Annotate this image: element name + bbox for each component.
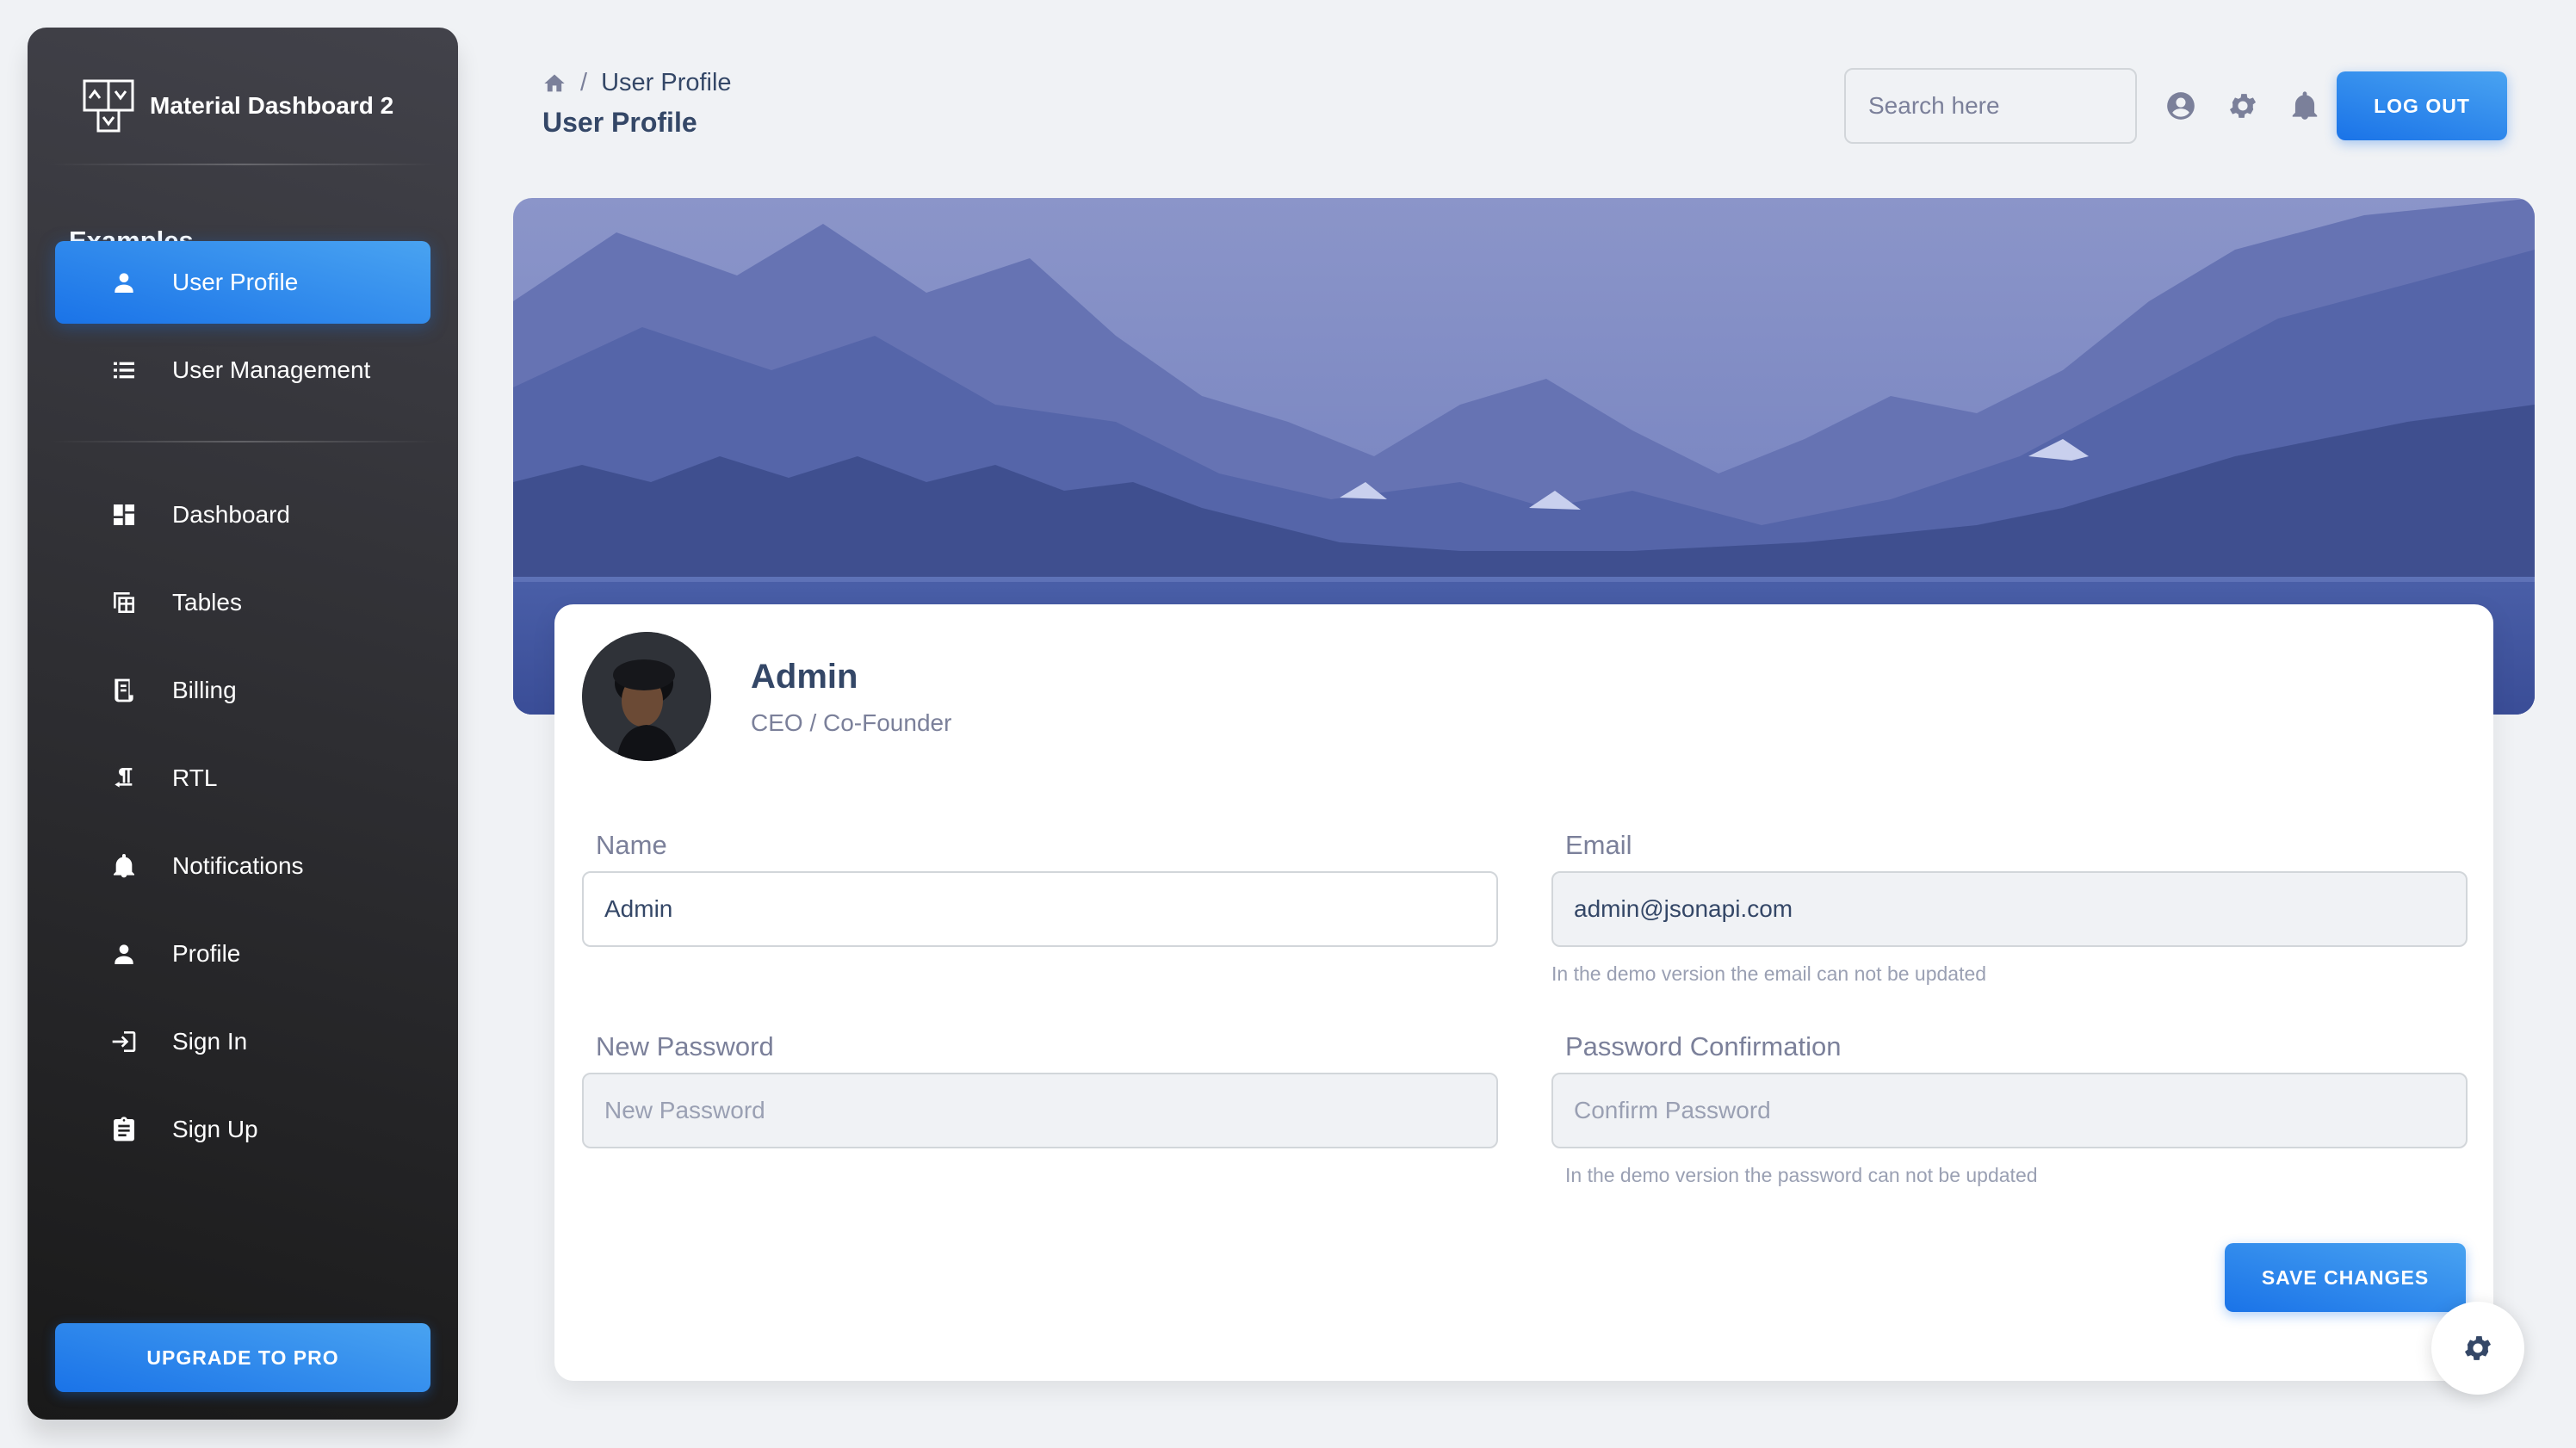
bell-icon bbox=[110, 852, 138, 880]
email-helper-text: In the demo version the email can not be… bbox=[1551, 962, 1987, 985]
table-icon bbox=[110, 589, 138, 616]
sidebar-item-label: RTL bbox=[172, 764, 218, 791]
sidebar-item-label: User Profile bbox=[172, 269, 299, 295]
sidebar-divider bbox=[48, 441, 437, 442]
home-icon[interactable] bbox=[542, 71, 567, 96]
brand-logo-icon bbox=[83, 79, 134, 133]
sidebar-item-sign-in[interactable]: Sign In bbox=[55, 1000, 430, 1083]
upgrade-to-pro-button[interactable]: UPGRADE TO PRO bbox=[55, 1323, 430, 1392]
save-changes-button[interactable]: SAVE CHANGES bbox=[2225, 1243, 2466, 1312]
sidebar-item-label: Billing bbox=[172, 677, 237, 703]
profile-name: Admin bbox=[751, 658, 858, 696]
sidebar-item-rtl[interactable]: RTL bbox=[55, 737, 430, 820]
gear-icon[interactable] bbox=[2226, 90, 2259, 122]
login-icon bbox=[110, 1028, 138, 1055]
sidebar: Material Dashboard 2 Examples User Profi… bbox=[28, 28, 458, 1420]
sidebar-item-sign-up[interactable]: Sign Up bbox=[55, 1088, 430, 1171]
name-label: Name bbox=[596, 830, 667, 860]
list-icon bbox=[110, 356, 138, 384]
rtl-icon bbox=[110, 764, 138, 792]
configurator-button[interactable] bbox=[2431, 1302, 2524, 1395]
dashboard-icon bbox=[110, 501, 138, 529]
profile-card: Admin CEO / Co-Founder Name Email In the… bbox=[554, 604, 2493, 1381]
sidebar-item-profile[interactable]: Profile bbox=[55, 913, 430, 995]
logout-button[interactable]: LOG OUT bbox=[2337, 71, 2507, 140]
password-confirmation-label: Password Confirmation bbox=[1565, 1031, 1842, 1061]
password-confirmation-input[interactable] bbox=[1551, 1073, 2468, 1148]
breadcrumb: / User Profile bbox=[542, 69, 732, 97]
brand[interactable]: Material Dashboard 2 bbox=[83, 67, 393, 145]
sidebar-item-tables[interactable]: Tables bbox=[55, 561, 430, 644]
sidebar-item-label: Tables bbox=[172, 589, 242, 616]
account-circle-icon[interactable] bbox=[2164, 90, 2197, 122]
receipt-icon bbox=[110, 677, 138, 704]
sidebar-item-billing[interactable]: Billing bbox=[55, 649, 430, 732]
sidebar-item-notifications[interactable]: Notifications bbox=[55, 825, 430, 907]
profile-role: CEO / Co-Founder bbox=[751, 709, 952, 736]
brand-name: Material Dashboard 2 bbox=[150, 92, 394, 119]
password-helper-text: In the demo version the password can not… bbox=[1565, 1164, 2038, 1186]
sidebar-item-dashboard[interactable]: Dashboard bbox=[55, 473, 430, 556]
email-input[interactable] bbox=[1551, 871, 2468, 947]
sidebar-item-user-management[interactable]: User Management bbox=[55, 329, 430, 412]
bell-icon[interactable] bbox=[2288, 90, 2321, 122]
sidebar-item-label: Sign Up bbox=[172, 1116, 258, 1142]
breadcrumb-separator: / bbox=[580, 69, 588, 96]
sidebar-divider bbox=[48, 164, 437, 165]
page-title: User Profile bbox=[542, 107, 697, 138]
email-label: Email bbox=[1565, 830, 1632, 860]
name-input[interactable] bbox=[582, 871, 1498, 947]
avatar bbox=[582, 632, 711, 761]
gear-icon bbox=[2464, 1336, 2492, 1360]
person-icon bbox=[110, 269, 138, 296]
sidebar-item-label: Sign In bbox=[172, 1028, 248, 1055]
sidebar-item-user-profile[interactable]: User Profile bbox=[55, 241, 430, 324]
sidebar-item-label: Dashboard bbox=[172, 501, 290, 528]
search-input[interactable] bbox=[1844, 68, 2137, 144]
sidebar-item-label: User Management bbox=[172, 356, 371, 383]
new-password-label: New Password bbox=[596, 1031, 774, 1061]
sidebar-item-label: Profile bbox=[172, 940, 241, 967]
assignment-icon bbox=[110, 1116, 138, 1143]
new-password-input[interactable] bbox=[582, 1073, 1498, 1148]
breadcrumb-current: User Profile bbox=[601, 69, 732, 96]
sidebar-item-label: Notifications bbox=[172, 852, 304, 879]
person-icon bbox=[110, 940, 138, 968]
